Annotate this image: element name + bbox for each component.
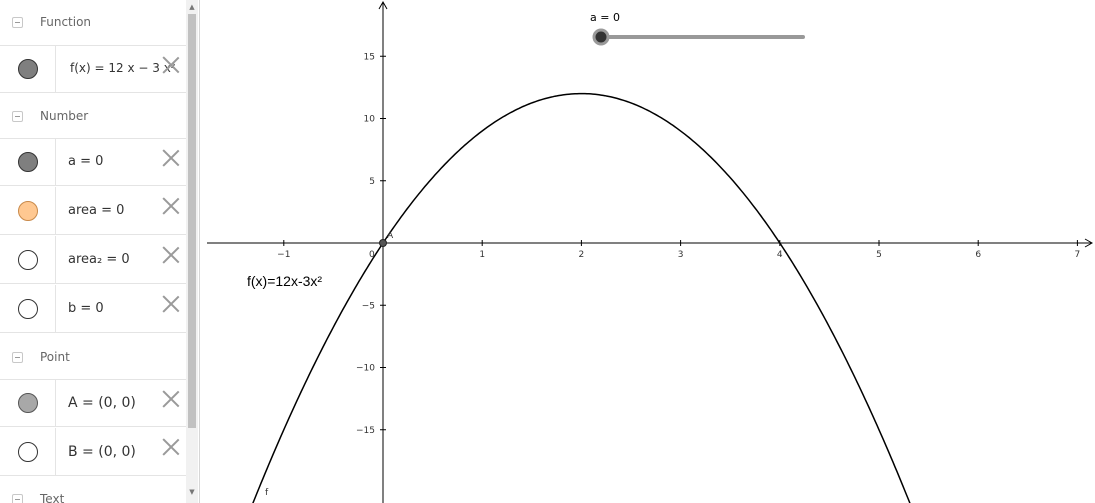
visibility-marble-icon[interactable] (18, 298, 38, 319)
point-label-A: A (387, 231, 394, 241)
algebra-expression[interactable]: b = 0 (68, 301, 104, 316)
algebra-item-area2[interactable]: area₂ = 0 (0, 236, 186, 284)
collapse-icon[interactable] (12, 352, 23, 363)
x-tick-label: 6 (975, 250, 981, 260)
group-header-point[interactable]: Point (0, 336, 186, 380)
axes (207, 0, 1094, 503)
group-header-number[interactable]: Number (0, 95, 186, 139)
marble-cell (0, 285, 56, 332)
scroll-up-icon[interactable]: ▲ (188, 3, 196, 11)
algebra-item-A[interactable]: A = (0, 0) (0, 379, 186, 427)
y-tick-label: 15 (364, 52, 375, 62)
y-tick-label: −10 (356, 364, 375, 374)
marble-cell (0, 236, 56, 283)
origin-label: 0 (369, 250, 375, 260)
algebra-expression[interactable]: A = (0, 0) (68, 395, 136, 411)
visibility-marble-icon[interactable] (18, 152, 38, 172)
group-title: Text (40, 492, 65, 503)
collapse-icon[interactable] (12, 17, 23, 28)
marble-cell (0, 187, 56, 234)
x-tick-label: 7 (1075, 250, 1081, 260)
algebra-expression[interactable]: area = 0 (68, 203, 124, 218)
algebra-expression[interactable]: B = (0, 0) (68, 444, 136, 460)
y-tick-label: −5 (362, 301, 375, 311)
x-tick-label: 3 (678, 250, 684, 260)
x-tick-label: 5 (876, 250, 882, 260)
delete-icon[interactable] (162, 56, 180, 74)
algebra-scrollbar[interactable]: ▲ ▼ (186, 0, 198, 503)
y-tick-label: 10 (364, 115, 376, 125)
collapse-icon[interactable] (12, 494, 23, 503)
graphics-view[interactable]: −1 1 2 3 4 5 6 7 15 10 5 −5 −10 −15 f A 0 f(x)=12x-3x… (207, 0, 1095, 503)
collapse-icon[interactable] (12, 111, 23, 122)
algebra-item-area[interactable]: area = 0 (0, 187, 186, 235)
delete-icon[interactable] (162, 438, 180, 456)
curve-label: f (265, 488, 269, 498)
marble-cell (0, 139, 56, 185)
marble-cell (0, 46, 56, 92)
algebra-view: Function f(x) = 12 x − 3 x² Number a = 0… (0, 0, 200, 503)
scroll-thumb[interactable] (188, 14, 196, 428)
x-tick-label: 2 (579, 250, 585, 260)
visibility-marble-icon[interactable] (18, 59, 38, 79)
y-tick-label: −15 (356, 426, 375, 436)
point-A[interactable] (379, 239, 387, 247)
marble-cell (0, 380, 56, 426)
x-tick-label: 1 (479, 250, 485, 260)
group-header-function[interactable]: Function (0, 1, 186, 45)
algebra-expression[interactable]: a = 0 (68, 154, 103, 169)
y-tick-label: 5 (369, 177, 375, 187)
x-tick-label: −1 (277, 250, 290, 260)
algebra-item-b[interactable]: b = 0 (0, 285, 186, 333)
algebra-item-f[interactable]: f(x) = 12 x − 3 x² (0, 45, 186, 93)
algebra-item-B[interactable]: B = (0, 0) (0, 428, 186, 476)
algebra-item-a[interactable]: a = 0 (0, 138, 186, 186)
visibility-marble-icon[interactable] (18, 200, 38, 221)
function-curve-f[interactable] (247, 92, 917, 503)
group-header-text[interactable]: Text (0, 478, 186, 503)
group-title: Point (40, 350, 70, 364)
delete-icon[interactable] (162, 149, 180, 167)
slider-label: a = 0 (590, 11, 620, 24)
x-tick-label: 4 (777, 250, 783, 260)
marble-cell (0, 428, 56, 475)
delete-icon[interactable] (162, 295, 180, 313)
tick-marks: −1 1 2 3 4 5 6 7 15 10 5 −5 −10 −15 (277, 52, 1080, 436)
delete-icon[interactable] (162, 246, 180, 264)
delete-icon[interactable] (162, 197, 180, 215)
algebra-expression[interactable]: area₂ = 0 (68, 252, 130, 267)
scroll-down-icon[interactable]: ▼ (188, 488, 196, 496)
group-title: Number (40, 109, 89, 123)
delete-icon[interactable] (162, 390, 180, 408)
function-text-label[interactable]: f(x)=12x-3x² (247, 273, 322, 289)
visibility-marble-icon[interactable] (18, 441, 38, 462)
algebra-expression[interactable]: f(x) = 12 x − 3 x² (70, 61, 176, 75)
visibility-marble-icon[interactable] (18, 393, 38, 413)
graphics-canvas[interactable]: −1 1 2 3 4 5 6 7 15 10 5 −5 −10 −15 f A 0 f(x)=12x-3x… (207, 0, 1095, 503)
visibility-marble-icon[interactable] (18, 249, 38, 270)
group-title: Function (40, 15, 92, 29)
slider-knob[interactable] (592, 28, 610, 46)
